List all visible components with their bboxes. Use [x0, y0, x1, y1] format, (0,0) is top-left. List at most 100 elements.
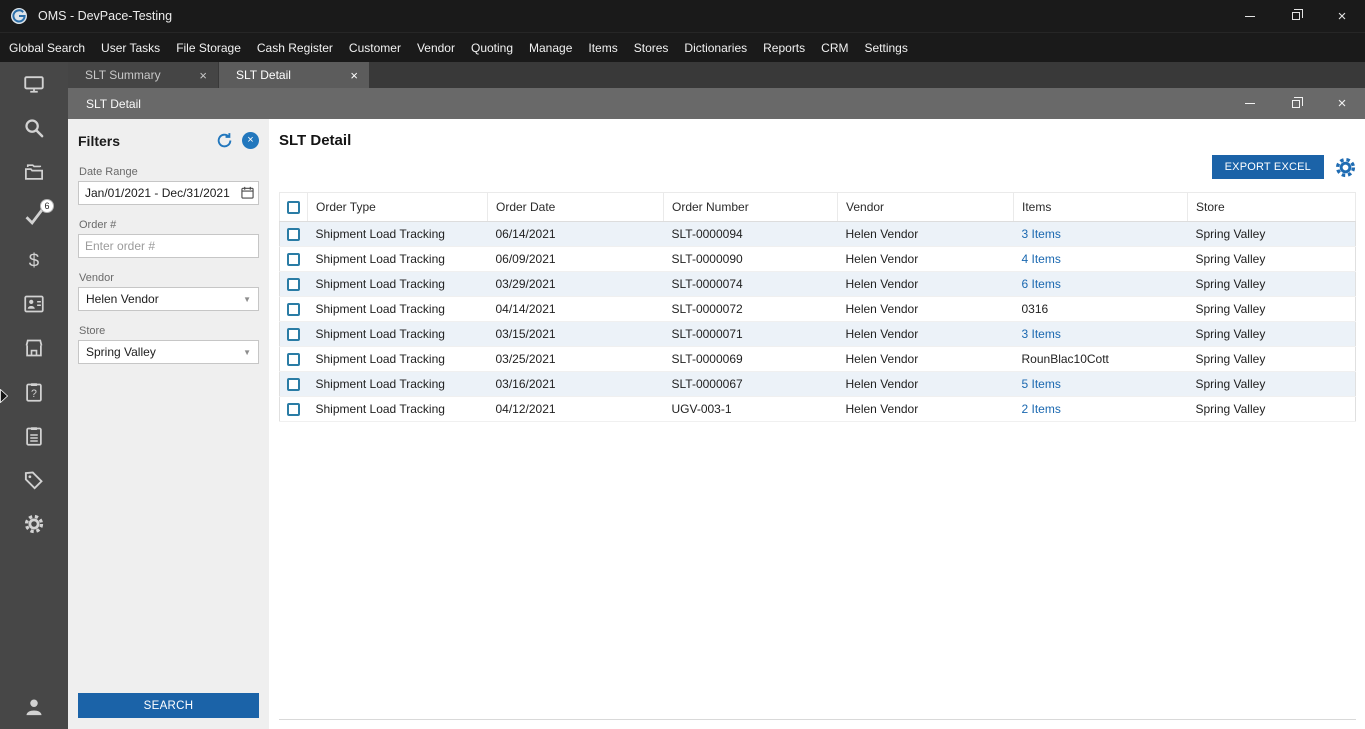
dashboard-icon[interactable]	[23, 73, 45, 94]
workspace: 6 SLT Summary × SLT Detail × SLT Detail …	[0, 62, 1365, 729]
order-number-input[interactable]	[78, 234, 259, 258]
table-row[interactable]: Shipment Load Tracking 04/14/2021 SLT-00…	[279, 296, 1356, 322]
select-all-checkbox[interactable]	[287, 201, 300, 215]
refresh-icon[interactable]	[216, 132, 233, 149]
row-checkbox[interactable]	[287, 328, 300, 342]
table-row[interactable]: Shipment Load Tracking 06/14/2021 SLT-00…	[279, 221, 1356, 247]
inner-close-icon[interactable]: ×	[1319, 88, 1365, 119]
column-header[interactable]: Vendor	[837, 192, 1014, 222]
menu-item[interactable]: Settings	[856, 33, 915, 62]
inner-minimize-icon[interactable]	[1227, 88, 1273, 119]
column-header[interactable]: Items	[1013, 192, 1188, 222]
cell-items: 3 Items	[1013, 321, 1188, 347]
cell-order-date: 03/15/2021	[487, 321, 664, 347]
cell-vendor: Helen Vendor	[837, 321, 1014, 347]
contacts-icon[interactable]	[23, 293, 45, 314]
row-checkbox[interactable]	[287, 378, 300, 392]
search-icon[interactable]	[23, 117, 45, 138]
tags-icon[interactable]	[23, 469, 45, 490]
row-checkbox[interactable]	[287, 253, 300, 267]
items-link[interactable]: 3 Items	[1022, 327, 1061, 341]
menu-item[interactable]: Quoting	[463, 33, 521, 62]
settings-gear-icon[interactable]	[23, 513, 45, 534]
table-row[interactable]: Shipment Load Tracking 03/29/2021 SLT-00…	[279, 271, 1356, 297]
row-checkbox[interactable]	[287, 278, 300, 292]
menu-item[interactable]: Vendor	[409, 33, 463, 62]
export-excel-button[interactable]: EXPORT EXCEL	[1211, 155, 1324, 179]
cell-store: Spring Valley	[1187, 246, 1356, 272]
row-checkbox[interactable]	[287, 303, 300, 317]
folders-icon[interactable]	[23, 161, 45, 182]
minimize-icon[interactable]	[1227, 0, 1273, 32]
menu-item[interactable]: CRM	[813, 33, 856, 62]
title-bar: OMS - DevPace-Testing ×	[0, 0, 1365, 32]
cell-items: RounBlac10Cott	[1013, 346, 1188, 372]
header-row: Order Type Order Date Order Number Vendor It…	[279, 192, 1356, 222]
table-row[interactable]: Shipment Load Tracking 04/12/2021 UGV-00…	[279, 396, 1356, 422]
cell-vendor: Helen Vendor	[837, 371, 1014, 397]
store-select-value: Spring Valley	[86, 345, 156, 359]
tab-close-icon[interactable]: ×	[348, 68, 360, 83]
column-header[interactable]: Order Type	[307, 192, 488, 222]
store-select[interactable]: Spring Valley ▼	[78, 340, 259, 364]
cell-vendor: Helen Vendor	[837, 271, 1014, 297]
menu-item[interactable]: Dictionaries	[676, 33, 755, 62]
dropdown-arrow-icon: ▼	[243, 294, 251, 304]
flyout-expand-icon[interactable]	[0, 388, 10, 404]
calendar-icon[interactable]	[241, 186, 254, 199]
items-link[interactable]: 2 Items	[1022, 402, 1061, 416]
filters-panel: Filters × Date Range Order #	[68, 119, 269, 729]
cell-items: 6 Items	[1013, 271, 1188, 297]
row-checkbox[interactable]	[287, 353, 300, 367]
items-link[interactable]: 5 Items	[1022, 377, 1061, 391]
search-button[interactable]: SEARCH	[78, 693, 259, 718]
horizontal-scrollbar[interactable]	[279, 719, 1356, 729]
menu-item[interactable]: Items	[580, 33, 625, 62]
clear-filters-icon[interactable]: ×	[242, 132, 259, 149]
tasks-clipboard-icon[interactable]	[23, 425, 45, 446]
column-header[interactable]: Order Number	[663, 192, 838, 222]
items-link[interactable]: 3 Items	[1022, 227, 1061, 241]
dropdown-arrow-icon: ▼	[243, 347, 251, 357]
menu-item[interactable]: Cash Register	[249, 33, 341, 62]
items-link[interactable]: 6 Items	[1022, 277, 1061, 291]
cell-order-date: 03/29/2021	[487, 271, 664, 297]
column-header[interactable]: Store	[1187, 192, 1356, 222]
tab[interactable]: SLT Summary ×	[68, 62, 218, 88]
row-checkbox[interactable]	[287, 403, 300, 417]
restore-icon[interactable]	[1273, 0, 1319, 32]
vendor-select[interactable]: Helen Vendor ▼	[78, 287, 259, 311]
help-clipboard-icon[interactable]	[23, 381, 45, 402]
tab[interactable]: SLT Detail ×	[219, 62, 369, 88]
items-link: RounBlac10Cott	[1021, 352, 1109, 366]
table-row[interactable]: Shipment Load Tracking 06/09/2021 SLT-00…	[279, 246, 1356, 272]
menu-item[interactable]: Manage	[521, 33, 580, 62]
tab-close-icon[interactable]: ×	[197, 68, 209, 83]
window-controls: ×	[1227, 0, 1365, 32]
date-range-label: Date Range	[79, 166, 138, 178]
currency-icon[interactable]	[23, 249, 45, 270]
menu-item[interactable]: Reports	[755, 33, 813, 62]
header-cell-checkbox	[279, 192, 308, 222]
grid-settings-gear-icon[interactable]	[1335, 157, 1356, 178]
cell-order-number: SLT-0000094	[663, 221, 838, 247]
user-icon[interactable]	[23, 696, 45, 717]
date-range-input[interactable]	[78, 181, 259, 205]
menu-item[interactable]: Stores	[626, 33, 677, 62]
menu-item[interactable]: File Storage	[168, 33, 249, 62]
close-icon[interactable]: ×	[1319, 0, 1365, 32]
inner-restore-icon[interactable]	[1273, 88, 1319, 119]
items-link[interactable]: 4 Items	[1022, 252, 1061, 266]
stores-icon[interactable]	[23, 337, 45, 358]
cell-vendor: Helen Vendor	[837, 346, 1014, 372]
cell-items: 5 Items	[1013, 371, 1188, 397]
menu-item[interactable]: Customer	[341, 33, 409, 62]
tasks-check-icon[interactable]: 6	[23, 199, 54, 226]
menu-item[interactable]: Global Search	[1, 33, 93, 62]
column-header[interactable]: Order Date	[487, 192, 664, 222]
table-row[interactable]: Shipment Load Tracking 03/15/2021 SLT-00…	[279, 321, 1356, 347]
table-row[interactable]: Shipment Load Tracking 03/25/2021 SLT-00…	[279, 346, 1356, 372]
menu-item[interactable]: User Tasks	[93, 33, 168, 62]
row-checkbox[interactable]	[287, 228, 300, 242]
table-row[interactable]: Shipment Load Tracking 03/16/2021 SLT-00…	[279, 371, 1356, 397]
